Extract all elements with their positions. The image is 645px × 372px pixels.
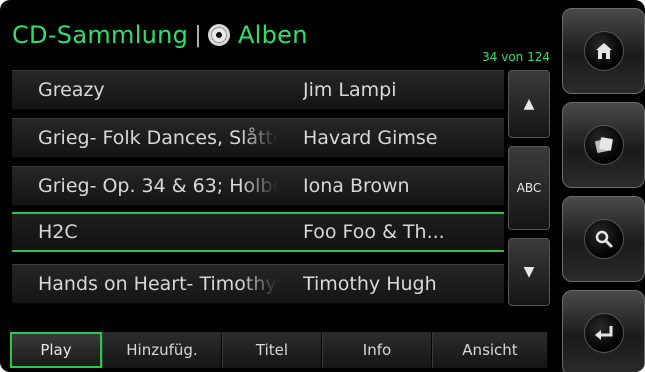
disc-icon bbox=[207, 24, 230, 46]
tab-tracks[interactable]: Titel bbox=[222, 332, 322, 368]
tab-info[interactable]: Info bbox=[322, 332, 432, 368]
title-bar: CD-Sammlung | Alben bbox=[12, 18, 308, 52]
cd-collection-screen: CD-Sammlung | Alben 34 von 124 Greazy Ji… bbox=[0, 0, 645, 372]
item-count: 34 von 124 bbox=[482, 50, 550, 64]
home-icon bbox=[583, 31, 624, 71]
artist-name: Timothy Hugh bbox=[303, 273, 437, 295]
tab-play[interactable]: Play bbox=[10, 332, 102, 368]
album-title: H2C bbox=[38, 221, 78, 243]
tab-add[interactable]: Hinzufüg. bbox=[102, 332, 222, 368]
album-title: Grieg- Folk Dances, Slåtter bbox=[38, 127, 278, 149]
album-title: Greazy bbox=[38, 79, 105, 101]
scroll-down-button[interactable]: ▼ bbox=[508, 238, 550, 306]
title-separator: | bbox=[194, 22, 202, 48]
scroll-up-button[interactable]: ▲ bbox=[508, 70, 550, 138]
scroll-controls: ▲ ABC ▼ bbox=[508, 70, 550, 306]
section-title: CD-Sammlung bbox=[12, 21, 189, 49]
list-item[interactable]: Grieg- Op. 34 & 63; Holberg Iona Brown bbox=[12, 166, 504, 206]
side-button-panel bbox=[562, 0, 645, 372]
artist-name: Havard Gimse bbox=[303, 127, 438, 149]
arrow-up-icon: ▲ bbox=[523, 96, 535, 112]
search-button[interactable] bbox=[562, 196, 645, 282]
bottom-tab-bar: Play Hinzufüg. Titel Info Ansicht bbox=[10, 332, 548, 368]
artist-name: Foo Foo & Th... bbox=[303, 221, 445, 243]
artist-name: Jim Lampi bbox=[303, 79, 397, 101]
list-item[interactable]: Grieg- Folk Dances, Slåtter Havard Gimse bbox=[12, 118, 504, 158]
media-source-button[interactable] bbox=[562, 102, 645, 188]
arrow-down-icon: ▼ bbox=[523, 264, 535, 280]
home-button[interactable] bbox=[562, 8, 645, 94]
album-list: Greazy Jim Lampi Grieg- Folk Dances, Slå… bbox=[12, 70, 504, 306]
album-title: Grieg- Op. 34 & 63; Holberg bbox=[38, 175, 278, 197]
cd-icon bbox=[583, 125, 624, 165]
artist-name: Iona Brown bbox=[303, 175, 410, 197]
list-item[interactable]: Greazy Jim Lampi bbox=[12, 70, 504, 110]
search-icon bbox=[583, 219, 624, 259]
view-title: Alben bbox=[237, 21, 308, 49]
album-title: Hands on Heart- Timothy bbox=[38, 273, 277, 295]
back-button[interactable] bbox=[562, 290, 645, 372]
alphabet-jump-button[interactable]: ABC bbox=[508, 146, 550, 230]
list-item-selected[interactable]: H2C Foo Foo & Th... bbox=[12, 212, 504, 252]
list-item[interactable]: Hands on Heart- Timothy Timothy Hugh bbox=[12, 264, 504, 304]
tab-view[interactable]: Ansicht bbox=[432, 332, 548, 368]
back-icon bbox=[583, 313, 624, 353]
